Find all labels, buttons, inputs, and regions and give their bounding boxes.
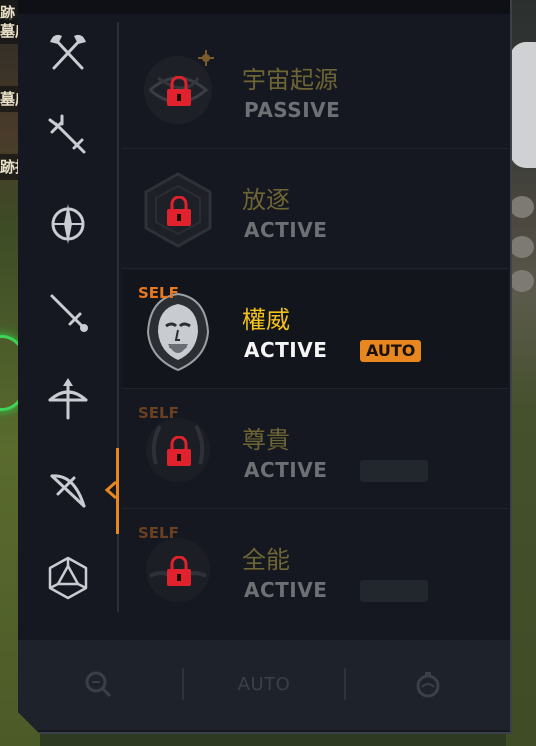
skill-type: ACTIVE: [244, 218, 328, 242]
category-crossbow[interactable]: [18, 366, 118, 434]
category-sun-blade[interactable]: [18, 190, 118, 258]
skill-row[interactable]: 宇宙起源 PASSIVE: [122, 30, 508, 149]
rock: [510, 236, 534, 258]
weapon-category-rail: [18, 14, 118, 614]
crossed-axes-icon: [44, 28, 92, 76]
category-trident[interactable]: [18, 102, 118, 170]
category-polyhedron[interactable]: [18, 544, 118, 612]
skill-icon: SELF: [136, 288, 220, 372]
bottom-separator: [344, 668, 346, 700]
panel-bottom-bar: AUTO: [18, 640, 510, 730]
skill-icon: [136, 168, 220, 252]
skill-row-selected[interactable]: SELF 權威 ACTIVE AUTO: [122, 270, 508, 389]
auto-toggle-label: AUTO: [237, 673, 291, 695]
panel-top-strip: [18, 0, 510, 14]
dagger-icon: [44, 288, 92, 336]
category-crossed-axes[interactable]: [18, 18, 118, 86]
potion-icon: [413, 669, 443, 699]
skill-name: 宇宙起源: [242, 66, 338, 94]
crossbow-icon: [44, 376, 92, 424]
bottom-separator: [182, 668, 184, 700]
side-card[interactable]: [510, 42, 536, 168]
sun-blade-icon: [44, 200, 92, 248]
auto-toggle-button[interactable]: AUTO: [214, 662, 314, 706]
active-caret-icon: [104, 480, 118, 500]
polyhedron-icon: [44, 554, 92, 602]
trident-icon: [44, 112, 92, 160]
skill-type: ACTIVE: [244, 338, 328, 362]
lock-icon: [166, 76, 192, 106]
skill-panel: 宇宙起源 PASSIVE 放逐 ACTIVE SELF 權威 ACTIVE AU…: [18, 0, 512, 734]
lock-icon: [166, 556, 192, 586]
self-tag: SELF: [138, 524, 179, 542]
skill-row[interactable]: SELF 全能 ACTIVE: [122, 510, 508, 628]
rock: [510, 270, 534, 292]
skill-name: 全能: [242, 546, 290, 574]
rock: [510, 196, 534, 218]
skill-icon: [136, 48, 220, 132]
skill-name: 放逐: [242, 186, 290, 214]
self-tag: SELF: [138, 284, 179, 302]
skill-list: 宇宙起源 PASSIVE 放逐 ACTIVE SELF 權威 ACTIVE AU…: [122, 30, 508, 630]
category-bow[interactable]: [18, 456, 118, 524]
skill-type: ACTIVE: [244, 578, 328, 602]
bow-icon: [44, 466, 92, 514]
category-dagger[interactable]: [18, 278, 118, 346]
lock-icon: [166, 196, 192, 226]
skill-row[interactable]: 放逐 ACTIVE: [122, 150, 508, 269]
magnifier-icon: [83, 669, 113, 699]
skill-type: PASSIVE: [244, 98, 341, 122]
skill-name: 權威: [242, 306, 290, 334]
self-tag: SELF: [138, 404, 179, 422]
skill-row[interactable]: SELF 尊貴 ACTIVE: [122, 390, 508, 509]
skill-type: ACTIVE: [244, 458, 328, 482]
potion-button[interactable]: [404, 662, 452, 706]
skill-icon: SELF: [136, 408, 220, 492]
skill-icon: SELF: [136, 528, 220, 612]
auto-badge-disabled: [360, 460, 428, 482]
auto-badge[interactable]: AUTO: [360, 340, 421, 362]
auto-badge-disabled: [360, 580, 428, 602]
skill-name: 尊貴: [242, 426, 290, 454]
zoom-button[interactable]: [74, 662, 122, 706]
lock-icon: [166, 436, 192, 466]
